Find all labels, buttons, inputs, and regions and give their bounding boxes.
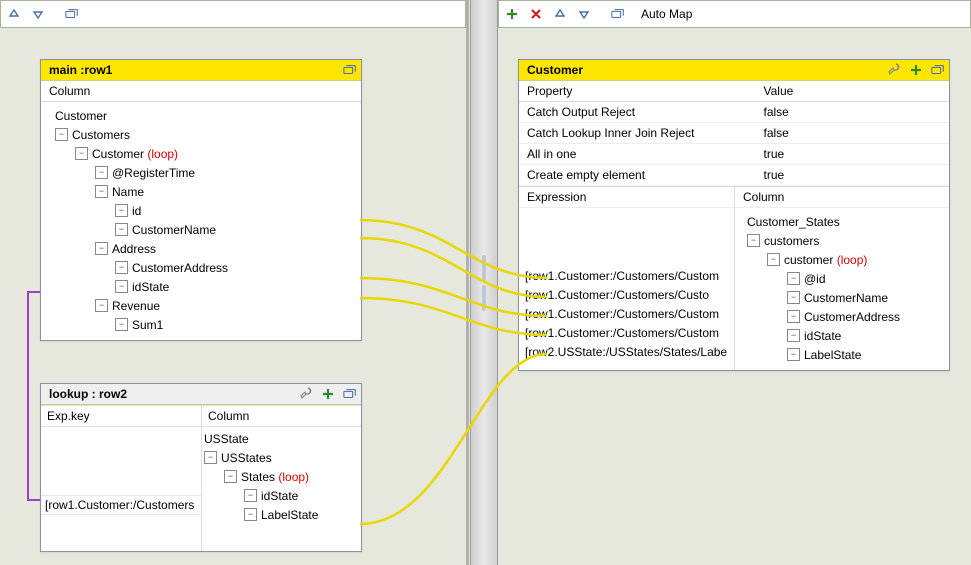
minimize-icon[interactable] xyxy=(343,387,357,401)
customer-properties: Property Value Catch Output Rejectfalse … xyxy=(519,81,949,186)
tree-item[interactable]: −CustomerAddress xyxy=(741,307,943,326)
tree-item[interactable]: −@RegisterTime xyxy=(47,163,355,182)
expression-row[interactable]: [row1.Customer:/Customers/Custom xyxy=(519,304,734,323)
tree-item[interactable]: −Customer (loop) xyxy=(47,144,355,163)
tree-item[interactable]: Customer xyxy=(47,106,355,125)
customer-panel[interactable]: Customer Prope xyxy=(518,59,950,371)
column-header: Column xyxy=(202,406,361,427)
tree-item[interactable]: −CustomerName xyxy=(47,220,355,239)
add-icon[interactable] xyxy=(909,63,923,77)
tree-item[interactable]: −@id xyxy=(741,269,943,288)
tree-item[interactable]: −idState xyxy=(741,326,943,345)
tree-item[interactable]: Customer_States xyxy=(741,212,943,231)
vertical-splitter[interactable] xyxy=(470,0,498,565)
tree-item[interactable]: −Sum1 xyxy=(47,315,355,334)
lookup-panel[interactable]: lookup : row2 xyxy=(40,383,362,552)
auto-map-button[interactable]: Auto Map xyxy=(641,7,692,21)
tree-item[interactable]: −CustomerAddress xyxy=(47,258,355,277)
down-arrow-icon[interactable] xyxy=(31,7,45,21)
minimize-icon[interactable] xyxy=(65,7,79,21)
expression-row[interactable]: [row1.Customer:/Customers/Custom xyxy=(519,323,734,342)
tree-item[interactable]: −Revenue xyxy=(47,296,355,315)
main-tree: Customer −Customers −Customer (loop) −@R… xyxy=(41,102,361,340)
tree-item[interactable]: −idState xyxy=(202,486,361,505)
customer-tree: Customer_States −customers −customer (lo… xyxy=(735,208,949,370)
tree-item[interactable]: USState xyxy=(202,429,361,448)
tree-item[interactable]: −customers xyxy=(741,231,943,250)
expression-row[interactable]: [row1.Customer:/Customers/Custo xyxy=(519,285,734,304)
add-icon[interactable] xyxy=(505,7,519,21)
tree-item[interactable]: −States (loop) xyxy=(202,467,361,486)
wrench-icon[interactable] xyxy=(299,387,313,401)
minimize-icon[interactable] xyxy=(343,63,357,77)
main-panel-title: main :row1 xyxy=(49,63,112,77)
prop-row[interactable]: Catch Output Rejectfalse xyxy=(519,102,949,123)
customer-panel-title: Customer xyxy=(527,63,583,77)
prop-header: Property xyxy=(519,81,756,102)
lookup-panel-header[interactable]: lookup : row2 xyxy=(41,384,361,405)
tree-item[interactable]: −Name xyxy=(47,182,355,201)
tree-item[interactable]: −id xyxy=(47,201,355,220)
value-header: Value xyxy=(756,81,950,102)
lookup-panel-title: lookup : row2 xyxy=(49,387,127,401)
prop-row[interactable]: Catch Lookup Inner Join Rejectfalse xyxy=(519,123,949,144)
left-toolbar xyxy=(0,0,466,28)
tree-item[interactable]: −Address xyxy=(47,239,355,258)
add-icon[interactable] xyxy=(321,387,335,401)
up-arrow-icon[interactable] xyxy=(553,7,567,21)
expression-list: [row1.Customer:/Customers/Custom [row1.C… xyxy=(519,208,734,361)
main-panel-header[interactable]: main :row1 xyxy=(41,60,361,81)
wrench-icon[interactable] xyxy=(887,63,901,77)
tree-item[interactable]: −idState xyxy=(47,277,355,296)
customer-panel-header[interactable]: Customer xyxy=(519,60,949,81)
down-arrow-icon[interactable] xyxy=(577,7,591,21)
lookup-expression[interactable]: [row1.Customer:/Customers xyxy=(41,495,201,515)
right-toolbar: Auto Map xyxy=(498,0,971,28)
column-header: Column xyxy=(41,81,361,102)
main-panel[interactable]: main :row1 Column Customer −Customers −C… xyxy=(40,59,362,341)
expression-row[interactable]: [row1.Customer:/Customers/Custom xyxy=(519,266,734,285)
tree-item[interactable]: −customer (loop) xyxy=(741,250,943,269)
prop-row[interactable]: All in onetrue xyxy=(519,144,949,165)
tree-item[interactable]: −LabelState xyxy=(741,345,943,364)
column-header: Column xyxy=(735,187,949,208)
expkey-header: Exp.key xyxy=(41,406,201,427)
expression-row[interactable]: [row2.USState:/USStates/States/Labe xyxy=(519,342,734,361)
minimize-icon[interactable] xyxy=(931,63,945,77)
tree-item[interactable]: −Customers xyxy=(47,125,355,144)
expression-header: Expression xyxy=(519,187,734,208)
up-arrow-icon[interactable] xyxy=(7,7,21,21)
tree-item[interactable]: −LabelState xyxy=(202,505,361,524)
tree-item[interactable]: −USStates xyxy=(202,448,361,467)
lookup-expkey-column: Exp.key [row1.Customer:/Customers xyxy=(41,406,202,551)
delete-icon[interactable] xyxy=(529,7,543,21)
lookup-column: Column USState −USStates −States (loop) … xyxy=(202,406,361,551)
prop-row[interactable]: Create empty elementtrue xyxy=(519,165,949,186)
tree-item[interactable]: −CustomerName xyxy=(741,288,943,307)
minimize-icon[interactable] xyxy=(611,7,625,21)
